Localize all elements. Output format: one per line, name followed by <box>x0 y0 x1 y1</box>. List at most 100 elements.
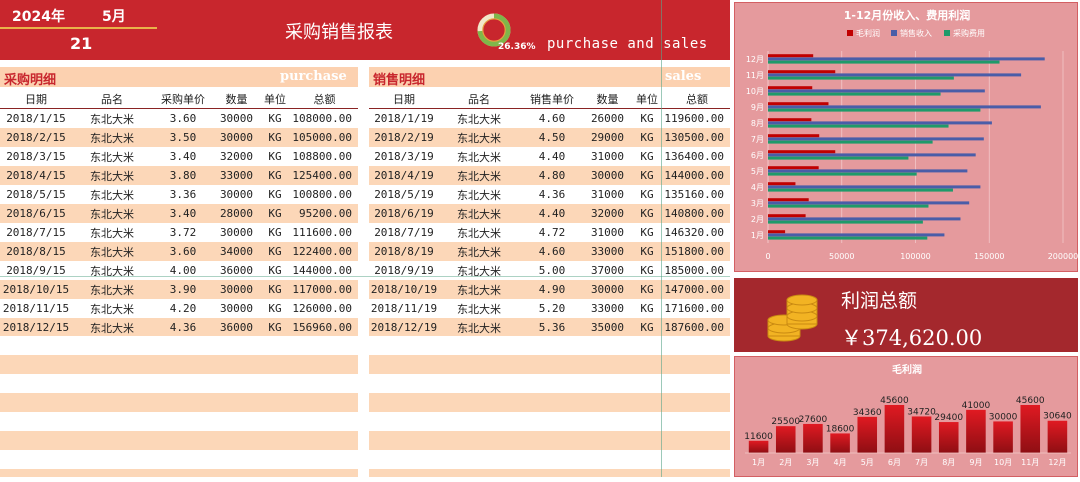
sales-cell[interactable]: 2018/7/19 <box>369 223 439 242</box>
purchase-cell[interactable]: 156960.00 <box>291 318 358 337</box>
purchase-cell[interactable]: 34000 <box>214 242 259 261</box>
sales-cell[interactable]: 187600.00 <box>664 318 730 337</box>
purchase-cell[interactable]: 100800.00 <box>291 185 358 204</box>
purchase-table-row[interactable]: 2018/12/15 东北大米 4.36 36000 KG 156960.00 <box>0 318 358 337</box>
purchase-cell[interactable]: 4.20 <box>152 299 214 318</box>
sales-cell[interactable]: 2018/8/19 <box>369 242 439 261</box>
sales-cell[interactable]: 135160.00 <box>664 185 730 204</box>
sales-cell[interactable]: 5.00 <box>519 261 585 280</box>
purchase-empty-row[interactable] <box>0 374 358 393</box>
sales-cell[interactable]: KG <box>630 223 664 242</box>
purchase-cell[interactable]: 3.80 <box>152 166 214 185</box>
purchase-cell[interactable]: 东北大米 <box>72 108 152 128</box>
purchase-cell[interactable]: 32000 <box>214 147 259 166</box>
sales-cell[interactable]: KG <box>630 242 664 261</box>
purchase-table-row[interactable]: 2018/1/15 东北大米 3.60 30000 KG 108000.00 <box>0 108 358 128</box>
sales-cell[interactable]: 32000 <box>585 204 630 223</box>
sales-cell[interactable]: 2018/10/19 <box>369 280 439 299</box>
sales-cell[interactable]: 东北大米 <box>439 318 519 337</box>
sales-cell[interactable]: 171600.00 <box>664 299 730 318</box>
purchase-cell[interactable]: 3.60 <box>152 242 214 261</box>
sales-cell[interactable]: 30000 <box>585 280 630 299</box>
sales-cell[interactable]: 146320.00 <box>664 223 730 242</box>
purchase-cell[interactable]: KG <box>259 299 291 318</box>
purchase-cell[interactable]: KG <box>259 261 291 280</box>
purchase-cell[interactable]: 东北大米 <box>72 223 152 242</box>
sales-cell[interactable]: 东北大米 <box>439 166 519 185</box>
sales-cell[interactable]: 2018/11/19 <box>369 299 439 318</box>
purchase-table-row[interactable]: 2018/10/15 东北大米 3.90 30000 KG 117000.00 <box>0 280 358 299</box>
sales-table-row[interactable]: 2018/6/19 东北大米 4.40 32000 KG 140800.00 <box>369 204 730 223</box>
purchase-cell[interactable]: KG <box>259 223 291 242</box>
day-label[interactable]: 21 <box>70 34 92 53</box>
purchase-cell[interactable]: 2018/5/15 <box>0 185 72 204</box>
sales-table-row[interactable]: 2018/3/19 东北大米 4.40 31000 KG 136400.00 <box>369 147 730 166</box>
purchase-empty-row[interactable] <box>0 336 358 355</box>
sales-cell[interactable]: 东北大米 <box>439 204 519 223</box>
purchase-cell[interactable]: 117000.00 <box>291 280 358 299</box>
sales-cell[interactable]: KG <box>630 166 664 185</box>
purchase-cell[interactable]: 2018/3/15 <box>0 147 72 166</box>
purchase-table-row[interactable]: 2018/2/15 东北大米 3.50 30000 KG 105000.00 <box>0 128 358 147</box>
sales-table-row[interactable]: 2018/9/19 东北大米 5.00 37000 KG 185000.00 <box>369 261 730 280</box>
purchase-cell[interactable]: 30000 <box>214 108 259 128</box>
sales-cell[interactable]: 东北大米 <box>439 261 519 280</box>
sales-cell[interactable]: 2018/6/19 <box>369 204 439 223</box>
purchase-cell[interactable]: 3.40 <box>152 204 214 223</box>
sales-cell[interactable]: KG <box>630 261 664 280</box>
purchase-table-row[interactable]: 2018/6/15 东北大米 3.40 28000 KG 95200.00 <box>0 204 358 223</box>
purchase-cell[interactable]: KG <box>259 128 291 147</box>
sales-cell[interactable]: 33000 <box>585 242 630 261</box>
sales-cell[interactable]: 东北大米 <box>439 280 519 299</box>
sales-cell[interactable]: 2018/1/19 <box>369 108 439 128</box>
sales-table-row[interactable]: 2018/5/19 东北大米 4.36 31000 KG 135160.00 <box>369 185 730 204</box>
purchase-empty-row[interactable] <box>0 412 358 431</box>
purchase-cell[interactable]: KG <box>259 242 291 261</box>
sales-cell[interactable]: 4.80 <box>519 166 585 185</box>
purchase-cell[interactable]: 2018/6/15 <box>0 204 72 223</box>
sales-cell[interactable]: 147000.00 <box>664 280 730 299</box>
sales-cell[interactable]: 2018/2/19 <box>369 128 439 147</box>
purchase-cell[interactable]: 36000 <box>214 261 259 280</box>
purchase-cell[interactable]: 36000 <box>214 318 259 337</box>
sales-cell[interactable]: 5.36 <box>519 318 585 337</box>
purchase-cell[interactable]: 105000.00 <box>291 128 358 147</box>
sales-table-row[interactable]: 2018/11/19 东北大米 5.20 33000 KG 171600.00 <box>369 299 730 318</box>
sales-table-row[interactable]: 2018/8/19 东北大米 4.60 33000 KG 151800.00 <box>369 242 730 261</box>
purchase-cell[interactable]: 2018/11/15 <box>0 299 72 318</box>
sales-cell[interactable]: KG <box>630 147 664 166</box>
sales-cell[interactable]: 185000.00 <box>664 261 730 280</box>
sales-table-row[interactable]: 2018/7/19 东北大米 4.72 31000 KG 146320.00 <box>369 223 730 242</box>
purchase-cell[interactable]: KG <box>259 166 291 185</box>
sales-cell[interactable]: 东北大米 <box>439 108 519 128</box>
purchase-empty-row[interactable] <box>0 450 358 469</box>
sales-cell[interactable]: 东北大米 <box>439 147 519 166</box>
purchase-cell[interactable]: 2018/1/15 <box>0 108 72 128</box>
sales-cell[interactable]: KG <box>630 185 664 204</box>
month-label[interactable]: 5月 <box>102 6 126 26</box>
purchase-cell[interactable]: 3.50 <box>152 128 214 147</box>
purchase-cell[interactable]: 东北大米 <box>72 299 152 318</box>
purchase-cell[interactable]: 东北大米 <box>72 204 152 223</box>
sales-empty-row[interactable] <box>369 450 730 469</box>
purchase-cell[interactable]: 125400.00 <box>291 166 358 185</box>
year-label[interactable]: 2024年 <box>12 6 65 26</box>
purchase-cell[interactable]: 3.36 <box>152 185 214 204</box>
sales-cell[interactable]: KG <box>630 280 664 299</box>
purchase-cell[interactable]: 东北大米 <box>72 128 152 147</box>
purchase-cell[interactable]: KG <box>259 147 291 166</box>
purchase-empty-row[interactable] <box>0 469 358 477</box>
purchase-table-row[interactable]: 2018/9/15 东北大米 4.00 36000 KG 144000.00 <box>0 261 358 280</box>
sales-cell[interactable]: 136400.00 <box>664 147 730 166</box>
purchase-cell[interactable]: 126000.00 <box>291 299 358 318</box>
sales-cell[interactable]: 4.40 <box>519 204 585 223</box>
purchase-cell[interactable]: 3.90 <box>152 280 214 299</box>
sales-cell[interactable]: 东北大米 <box>439 242 519 261</box>
purchase-cell[interactable]: 2018/2/15 <box>0 128 72 147</box>
purchase-cell[interactable]: 东北大米 <box>72 318 152 337</box>
sales-cell[interactable]: KG <box>630 318 664 337</box>
purchase-cell[interactable]: 95200.00 <box>291 204 358 223</box>
purchase-cell[interactable]: 2018/9/15 <box>0 261 72 280</box>
sales-table-row[interactable]: 2018/2/19 东北大米 4.50 29000 KG 130500.00 <box>369 128 730 147</box>
sales-table-row[interactable]: 2018/12/19 东北大米 5.36 35000 KG 187600.00 <box>369 318 730 337</box>
